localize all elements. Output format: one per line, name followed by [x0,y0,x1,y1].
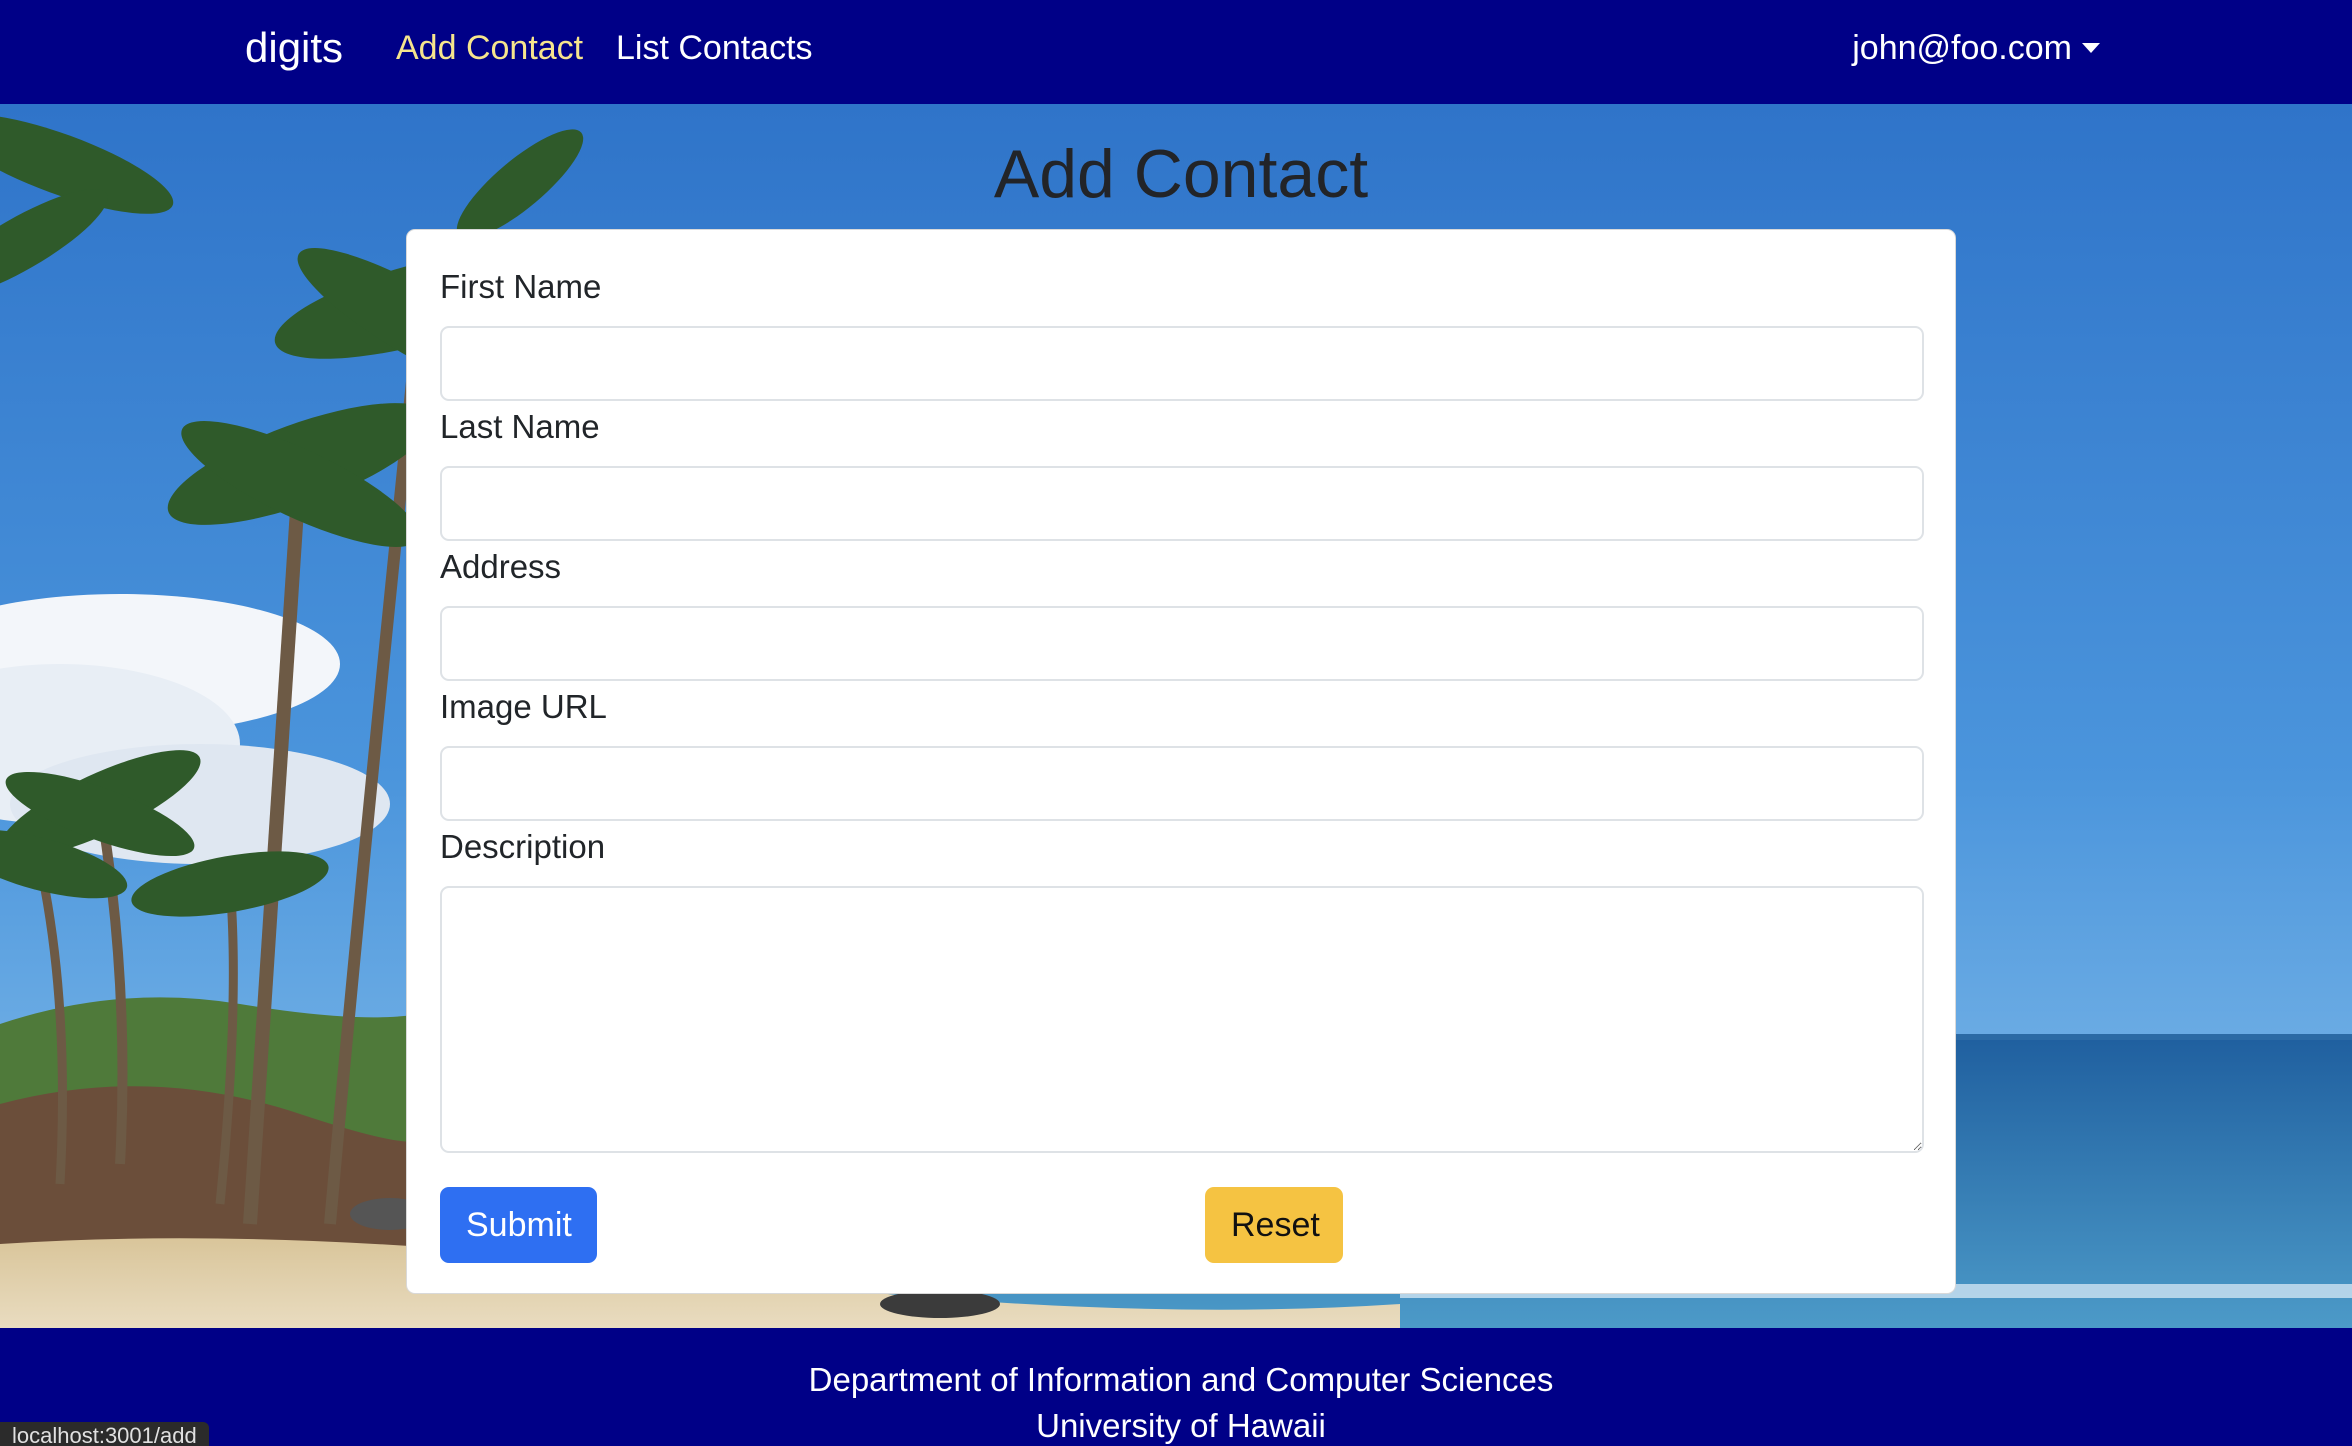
footer-department: Department of Information and Computer S… [808,1361,1554,1398]
footer-university: University of Hawaii [1036,1407,1326,1444]
footer: Department of Information and Computer S… [0,1328,2352,1446]
brand-logo-link[interactable]: digits [245,22,343,74]
reset-button[interactable]: Reset [1205,1187,1343,1263]
chevron-down-icon [2082,43,2100,53]
first-name-label: First Name [440,268,602,305]
top-navbar: digits Add Contact List Contacts john@fo… [0,0,2352,104]
last-name-label: Last Name [440,408,600,445]
user-dropdown[interactable]: john@foo.com [1852,26,2100,70]
description-textarea[interactable] [440,886,1924,1153]
address-input[interactable] [440,606,1924,681]
submit-button[interactable]: Submit [440,1187,597,1263]
page-title: Add Contact [993,136,1369,212]
status-bar-url: localhost:3001/add [0,1422,209,1446]
nav-link-list-contacts[interactable]: List Contacts [616,26,813,70]
nav-link-add-contact[interactable]: Add Contact [396,26,583,70]
description-label: Description [440,828,606,865]
last-name-input[interactable] [440,466,1924,541]
image-url-label: Image URL [440,688,607,725]
add-contact-form-card: First Name Last Name Address Image URL D… [406,229,1956,1294]
image-url-input[interactable] [440,746,1924,821]
address-label: Address [440,548,562,585]
first-name-input[interactable] [440,326,1924,401]
user-email: john@foo.com [1852,29,2072,67]
